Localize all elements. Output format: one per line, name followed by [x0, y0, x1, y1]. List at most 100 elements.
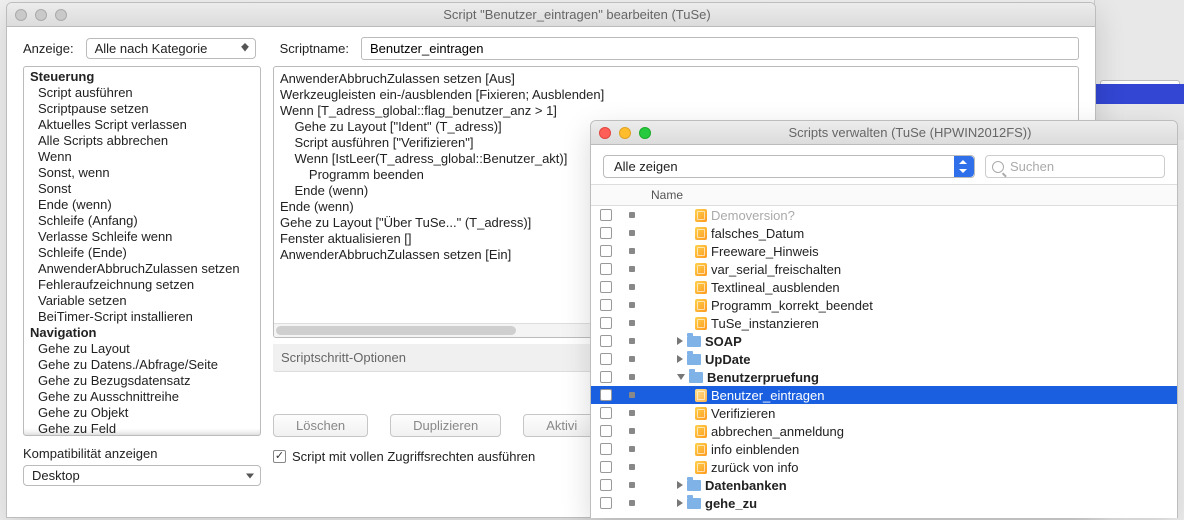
- folder-row[interactable]: UpDate: [591, 350, 1177, 368]
- maximize-icon[interactable]: [55, 9, 67, 21]
- duplicate-button[interactable]: Duplizieren: [390, 414, 501, 437]
- row-checkbox[interactable]: [600, 227, 612, 239]
- chevron-right-icon[interactable]: [677, 499, 683, 507]
- script-row[interactable]: var_serial_freischalten: [591, 260, 1177, 278]
- list-item[interactable]: Schleife (Ende): [24, 245, 260, 261]
- list-item[interactable]: Gehe zu Ausschnittreihe: [24, 389, 260, 405]
- list-item[interactable]: Schleife (Anfang): [24, 213, 260, 229]
- script-line[interactable]: AnwenderAbbruchZulassen setzen [Aus]: [280, 71, 1072, 87]
- list-item[interactable]: Gehe zu Datens./Abfrage/Seite: [24, 357, 260, 373]
- drag-handle-icon[interactable]: [629, 446, 635, 452]
- activate-button[interactable]: Aktivi: [523, 414, 600, 437]
- full-access-checkbox[interactable]: [273, 450, 286, 463]
- list-item[interactable]: Wenn: [24, 149, 260, 165]
- minimize-icon[interactable]: [35, 9, 47, 21]
- row-checkbox[interactable]: [600, 335, 612, 347]
- script-line[interactable]: Werkzeugleisten ein-/ausblenden [Fixiere…: [280, 87, 1072, 103]
- script-row[interactable]: Programm_korrekt_beendet: [591, 296, 1177, 314]
- row-checkbox[interactable]: [600, 497, 612, 509]
- row-checkbox[interactable]: [600, 281, 612, 293]
- list-item[interactable]: Ende (wenn): [24, 197, 260, 213]
- drag-handle-icon[interactable]: [629, 230, 635, 236]
- script-row[interactable]: Demoversion?: [591, 206, 1177, 224]
- chevron-right-icon[interactable]: [677, 481, 683, 489]
- anzeige-select[interactable]: Alle nach Kategorie: [86, 38, 256, 59]
- list-item[interactable]: Verlasse Schleife wenn: [24, 229, 260, 245]
- chevron-right-icon[interactable]: [677, 355, 683, 363]
- drag-handle-icon[interactable]: [629, 392, 635, 398]
- script-row[interactable]: Freeware_Hinweis: [591, 242, 1177, 260]
- chevron-right-icon[interactable]: [677, 337, 683, 345]
- script-row[interactable]: falsches_Datum: [591, 224, 1177, 242]
- row-checkbox[interactable]: [600, 299, 612, 311]
- script-steps-list[interactable]: SteuerungScript ausführenScriptpause set…: [23, 66, 261, 436]
- script-line[interactable]: Wenn [T_adress_global::flag_benutzer_anz…: [280, 103, 1072, 119]
- filter-select[interactable]: Alle zeigen: [603, 155, 975, 178]
- script-row[interactable]: info einblenden: [591, 440, 1177, 458]
- search-input[interactable]: Suchen: [985, 155, 1165, 178]
- script-row[interactable]: TuSe_instanzieren: [591, 314, 1177, 332]
- list-item[interactable]: Gehe zu Feld: [24, 421, 260, 436]
- drag-handle-icon[interactable]: [629, 428, 635, 434]
- list-item[interactable]: Navigation: [24, 325, 260, 341]
- row-checkbox[interactable]: [600, 371, 612, 383]
- script-row[interactable]: Textlineal_ausblenden: [591, 278, 1177, 296]
- drag-handle-icon[interactable]: [629, 248, 635, 254]
- drag-handle-icon[interactable]: [629, 374, 635, 380]
- row-checkbox[interactable]: [600, 317, 612, 329]
- drag-handle-icon[interactable]: [629, 482, 635, 488]
- script-row[interactable]: Benutzer_eintragen: [591, 386, 1177, 404]
- list-item[interactable]: Steuerung: [24, 69, 260, 85]
- drag-handle-icon[interactable]: [629, 356, 635, 362]
- list-item[interactable]: Gehe zu Objekt: [24, 405, 260, 421]
- row-checkbox[interactable]: [600, 425, 612, 437]
- row-checkbox[interactable]: [600, 407, 612, 419]
- drag-handle-icon[interactable]: [629, 464, 635, 470]
- script-row[interactable]: zurück von info: [591, 458, 1177, 476]
- list-item[interactable]: Gehe zu Bezugsdatensatz: [24, 373, 260, 389]
- row-checkbox[interactable]: [600, 209, 612, 221]
- drag-handle-icon[interactable]: [629, 500, 635, 506]
- drag-handle-icon[interactable]: [629, 410, 635, 416]
- row-checkbox[interactable]: [600, 443, 612, 455]
- list-item[interactable]: Variable setzen: [24, 293, 260, 309]
- scriptname-input[interactable]: [361, 37, 1079, 60]
- list-item[interactable]: AnwenderAbbruchZulassen setzen: [24, 261, 260, 277]
- drag-handle-icon[interactable]: [629, 266, 635, 272]
- drag-handle-icon[interactable]: [629, 338, 635, 344]
- folder-row[interactable]: SOAP: [591, 332, 1177, 350]
- column-name-header[interactable]: Name: [643, 185, 1177, 205]
- chevron-down-icon[interactable]: [677, 374, 685, 380]
- row-checkbox[interactable]: [600, 479, 612, 491]
- close-icon[interactable]: [15, 9, 27, 21]
- list-item[interactable]: Alle Scripts abbrechen: [24, 133, 260, 149]
- row-checkbox[interactable]: [600, 263, 612, 275]
- list-item[interactable]: Gehe zu Layout: [24, 341, 260, 357]
- scripts-tree[interactable]: Demoversion?falsches_DatumFreeware_Hinwe…: [591, 206, 1177, 518]
- close-icon[interactable]: [599, 127, 611, 139]
- drag-handle-icon[interactable]: [629, 284, 635, 290]
- row-checkbox[interactable]: [600, 245, 612, 257]
- script-row[interactable]: abbrechen_anmeldung: [591, 422, 1177, 440]
- drag-handle-icon[interactable]: [629, 320, 635, 326]
- list-item[interactable]: Fehleraufzeichnung setzen: [24, 277, 260, 293]
- drag-handle-icon[interactable]: [629, 212, 635, 218]
- compat-select[interactable]: Desktop: [23, 465, 261, 486]
- drag-handle-icon[interactable]: [629, 302, 635, 308]
- delete-button[interactable]: Löschen: [273, 414, 368, 437]
- folder-row[interactable]: gehe_zu: [591, 494, 1177, 512]
- folder-row[interactable]: Datenbanken: [591, 476, 1177, 494]
- list-item[interactable]: BeiTimer-Script installieren: [24, 309, 260, 325]
- row-checkbox[interactable]: [600, 389, 612, 401]
- list-item[interactable]: Scriptpause setzen: [24, 101, 260, 117]
- maximize-icon[interactable]: [639, 127, 651, 139]
- list-item[interactable]: Sonst: [24, 181, 260, 197]
- list-item[interactable]: Script ausführen: [24, 85, 260, 101]
- script-row[interactable]: Verifizieren: [591, 404, 1177, 422]
- row-checkbox[interactable]: [600, 353, 612, 365]
- list-item[interactable]: Sonst, wenn: [24, 165, 260, 181]
- folder-row[interactable]: Benutzerpruefung: [591, 368, 1177, 386]
- row-checkbox[interactable]: [600, 461, 612, 473]
- minimize-icon[interactable]: [619, 127, 631, 139]
- list-item[interactable]: Aktuelles Script verlassen: [24, 117, 260, 133]
